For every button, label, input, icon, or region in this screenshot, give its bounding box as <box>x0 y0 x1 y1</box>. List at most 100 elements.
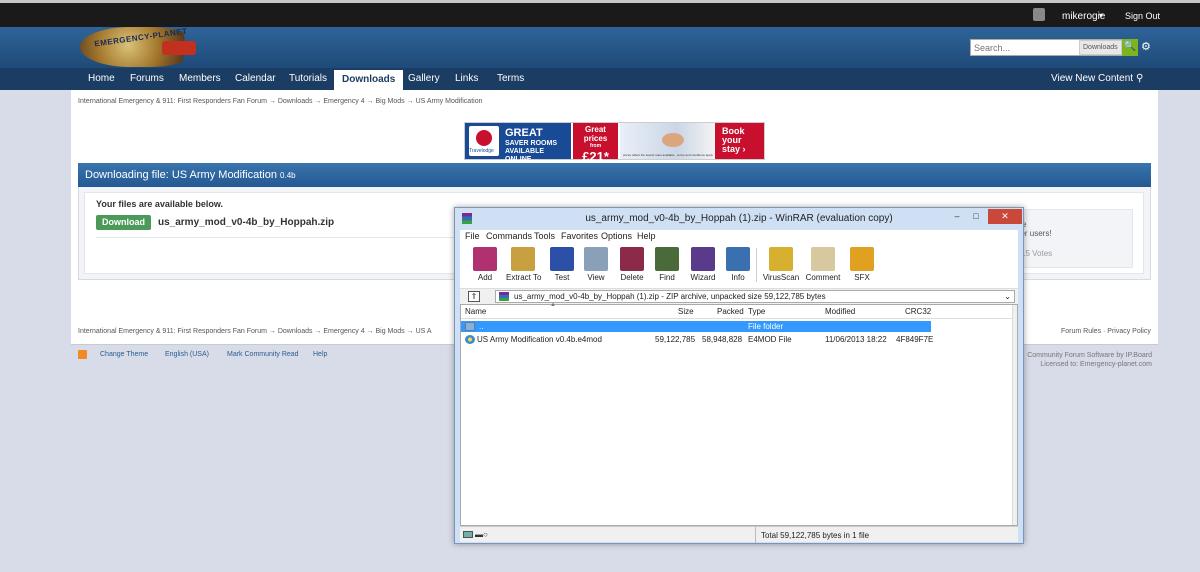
tool-sfx[interactable]: SFX <box>845 244 879 282</box>
winrar-pathbar: ⇑ us_army_mod_v0-4b_by_Hoppah (1).zip - … <box>460 288 1018 304</box>
menu-file[interactable]: File <box>465 231 480 241</box>
key-icon[interactable]: ▬○ <box>475 530 488 539</box>
search-icon: 🔍 <box>1123 41 1137 52</box>
status-separator <box>755 527 756 543</box>
archive-path-dropdown[interactable]: us_army_mod_v0-4b_by_Hoppah (1).zip - ZI… <box>495 290 1015 303</box>
vertical-scrollbar[interactable] <box>1012 305 1017 525</box>
search-scope-select[interactable]: Downloads <box>1079 40 1122 55</box>
settings-gear-icon[interactable]: ⚙ <box>1141 40 1151 53</box>
ad-subline-2: AVAILABLE ONLINE <box>505 148 545 163</box>
tab-forums[interactable]: Forums <box>122 68 172 90</box>
forum-rules-link[interactable]: Forum Rules · Privacy Policy <box>1061 328 1151 335</box>
powered-line-2: Licensed to: Emergency-planet.com <box>1040 361 1152 368</box>
tab-members[interactable]: Members <box>171 68 229 90</box>
menu-commands[interactable]: Commands <box>486 231 532 241</box>
menu-options[interactable]: Options <box>601 231 632 241</box>
download-version: 0.4b <box>280 171 296 180</box>
rss-icon[interactable] <box>78 350 87 359</box>
file-list[interactable]: ▲ Name Size Packed Type Modified CRC32 .… <box>460 302 1018 526</box>
download-divider <box>96 237 458 238</box>
change-theme-link[interactable]: Change Theme <box>100 351 148 358</box>
pin-icon[interactable]: ⚲ <box>1136 68 1143 90</box>
ad-price-d: £21* <box>582 149 609 164</box>
site-logo[interactable]: EMERGENCY-PLANET <box>80 27 200 67</box>
breadcrumb[interactable]: International Emergency & 911: First Res… <box>78 98 482 105</box>
tab-terms[interactable]: Terms <box>489 68 532 90</box>
table-row[interactable]: .. File folder <box>461 321 931 332</box>
col-name[interactable]: Name <box>465 307 486 316</box>
winrar-statusbar: ▬○ Total 59,122,785 bytes in 1 file <box>460 526 1018 543</box>
tool-label: Comment <box>805 273 841 282</box>
tab-links[interactable]: Links <box>447 68 486 90</box>
drive-icon[interactable] <box>463 531 473 538</box>
rating-votes: 15 Votes <box>1021 249 1053 258</box>
view-new-content-link[interactable]: View New Content <box>1051 68 1133 90</box>
tool-label: Find <box>659 273 675 282</box>
tab-calendar[interactable]: Calendar <box>227 68 284 90</box>
col-packed[interactable]: Packed <box>717 307 744 316</box>
ad-book-button[interactable]: Book your stay › <box>715 123 764 159</box>
sign-out-link[interactable]: Sign Out <box>1125 11 1160 21</box>
download-heading-text: Downloading file: US Army Modification <box>85 169 277 181</box>
sort-arrow-icon: ▲ <box>550 302 556 308</box>
user-menu-caret-icon[interactable]: ▾ <box>1099 11 1103 20</box>
tool-view[interactable]: View <box>579 244 613 282</box>
winrar-titlebar[interactable]: us_army_mod_v0-4b_by_Hoppah (1).zip - Wi… <box>455 208 1023 230</box>
tool-add[interactable]: Add <box>468 244 502 282</box>
language-link[interactable]: English (USA) <box>165 351 209 358</box>
col-size[interactable]: Size <box>678 307 694 316</box>
col-modified[interactable]: Modified <box>825 307 855 316</box>
tool-label: Test <box>554 273 570 282</box>
minimize-button[interactable]: – <box>950 209 964 224</box>
download-button[interactable]: Download <box>96 215 151 230</box>
powered-line-1[interactable]: Community Forum Software by IP.Board <box>1027 352 1152 359</box>
up-one-level-icon[interactable]: ⇑ <box>468 291 480 302</box>
tool-info[interactable]: Info <box>721 244 755 282</box>
fire-truck-icon <box>162 41 196 55</box>
ad-headline: GREAT <box>505 127 543 139</box>
tab-downloads[interactable]: Downloads <box>334 70 404 90</box>
tab-gallery[interactable]: Gallery <box>400 68 448 90</box>
mark-read-link[interactable]: Mark Community Read <box>227 351 299 358</box>
primary-nav: Home Forums Members Calendar Tutorials D… <box>0 68 1200 90</box>
tool-comment[interactable]: Comment <box>803 244 843 282</box>
folder-up-icon <box>465 322 475 331</box>
breadcrumb-bottom[interactable]: International Emergency & 911: First Res… <box>78 328 432 335</box>
close-button[interactable]: ✕ <box>988 209 1022 224</box>
search-button[interactable]: 🔍 <box>1122 39 1138 56</box>
tool-label: Delete <box>620 273 644 282</box>
search-input[interactable] <box>971 40 1071 55</box>
col-type[interactable]: Type <box>748 307 765 316</box>
tool-extract-to[interactable]: Extract To <box>506 244 541 282</box>
virusscan-icon <box>769 247 793 271</box>
col-crc32[interactable]: CRC32 <box>905 307 931 316</box>
menu-tools[interactable]: Tools <box>534 231 555 241</box>
ad-price-a: Great <box>585 125 606 134</box>
chevron-down-icon[interactable]: ⌄ <box>1004 291 1011 302</box>
file-list-header: ▲ Name Size Packed Type Modified CRC32 <box>461 302 1017 319</box>
ad-cta-3: stay › <box>722 144 746 154</box>
tool-delete[interactable]: Delete <box>615 244 649 282</box>
download-heading: Downloading file: US Army Modification 0… <box>78 163 1151 187</box>
maximize-button[interactable]: □ <box>969 209 983 224</box>
powered-by: Community Forum Software by IP.Board Lic… <box>1027 351 1152 369</box>
status-total: Total 59,122,785 bytes in 1 file <box>761 531 870 540</box>
menu-favorites[interactable]: Favorites <box>561 231 598 241</box>
tool-test[interactable]: Test <box>545 244 579 282</box>
winrar-title: us_army_mod_v0-4b_by_Hoppah (1).zip - Wi… <box>585 213 893 224</box>
winrar-window[interactable]: us_army_mod_v0-4b_by_Hoppah (1).zip - Wi… <box>454 207 1024 544</box>
tab-tutorials[interactable]: Tutorials <box>281 68 335 90</box>
table-row[interactable]: US Army Modification v0.4b.e4mod 59,122,… <box>461 334 934 345</box>
ad-left-panel: Travelodge GREAT SAVER ROOMS AVAILABLE ON… <box>465 123 571 163</box>
menu-help[interactable]: Help <box>637 231 656 241</box>
avatar[interactable] <box>1033 8 1045 21</box>
archive-path-text: us_army_mod_v0-4b_by_Hoppah (1).zip - ZI… <box>514 292 826 301</box>
tool-find[interactable]: Find <box>650 244 684 282</box>
help-link[interactable]: Help <box>313 351 327 358</box>
tool-virusscan[interactable]: VirusScan <box>761 244 801 282</box>
row-crc: 4F849F7E <box>896 335 934 344</box>
add-archive-icon <box>473 247 497 271</box>
tool-wizard[interactable]: Wizard <box>686 244 720 282</box>
tab-home[interactable]: Home <box>80 68 123 90</box>
travelodge-ad-banner[interactable]: Travelodge GREAT SAVER ROOMS AVAILABLE ON… <box>464 122 765 164</box>
